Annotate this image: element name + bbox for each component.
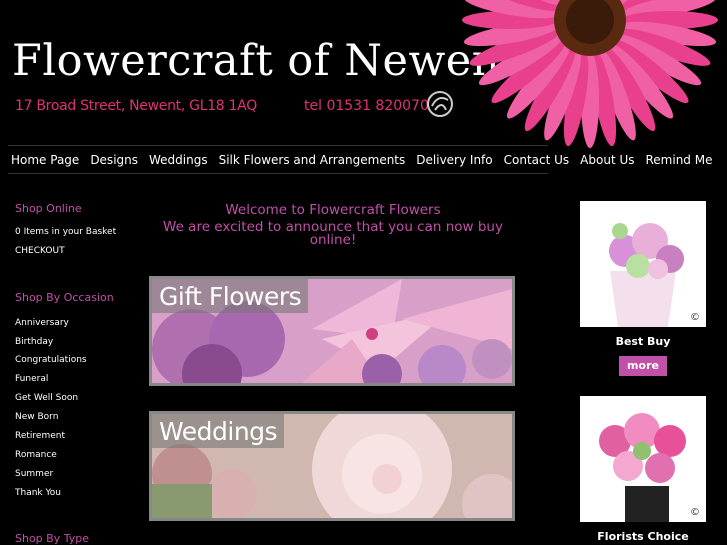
welcome-heading: Welcome to Flowercraft Flowers xyxy=(225,202,441,218)
occasion-link[interactable]: Congratulations xyxy=(15,355,87,365)
occasion-link[interactable]: New Born xyxy=(15,412,58,422)
shop-online-heading: Shop Online xyxy=(15,202,82,215)
product-name: Florists Choice xyxy=(597,530,689,543)
shop-by-type-heading: Shop By Type xyxy=(15,532,89,545)
banner-label: Gift Flowers xyxy=(152,279,309,313)
copyright-mark: © xyxy=(690,312,700,323)
occasion-link[interactable]: Anniversary xyxy=(15,318,69,328)
gift-flowers-banner[interactable]: Gift Flowers xyxy=(149,276,515,386)
nav-remind-me[interactable]: Remind Me xyxy=(642,153,720,167)
nav-silk-flowers[interactable]: Silk Flowers and Arrangements xyxy=(215,153,413,167)
main-nav: Home Page Designs Weddings Silk Flowers … xyxy=(8,145,712,174)
basket-link[interactable]: 0 Items in your Basket xyxy=(15,227,116,237)
shop-by-occasion-heading: Shop By Occasion xyxy=(15,291,114,304)
occasion-link[interactable]: Birthday xyxy=(15,337,53,347)
product-florists-choice[interactable]: © Florists Choice xyxy=(580,396,706,543)
shop-address: 17 Broad Street, Newent, GL18 1AQ xyxy=(15,98,257,114)
occasion-link[interactable]: Funeral xyxy=(15,374,48,384)
nav-home[interactable]: Home Page xyxy=(8,153,86,167)
nav-delivery-info[interactable]: Delivery Info xyxy=(412,153,499,167)
site-title: Flowercraft of Newent xyxy=(12,36,518,86)
checkout-link[interactable]: CHECKOUT xyxy=(15,246,65,256)
banner-label: Weddings xyxy=(152,414,285,448)
interflora-logo-icon xyxy=(426,90,454,118)
florists-choice-image: © xyxy=(580,396,706,522)
best-buy-image: © xyxy=(580,201,706,327)
nav-weddings[interactable]: Weddings xyxy=(145,153,215,167)
occasion-link[interactable]: Get Well Soon xyxy=(15,393,78,403)
occasion-link[interactable]: Thank You xyxy=(15,488,61,498)
nav-contact-us[interactable]: Contact Us xyxy=(500,153,577,167)
nav-about-us[interactable]: About Us xyxy=(576,153,641,167)
copyright-mark: © xyxy=(690,507,700,518)
product-name: Best Buy xyxy=(615,335,671,348)
occasion-link[interactable]: Romance xyxy=(15,450,57,460)
nav-designs[interactable]: Designs xyxy=(86,153,145,167)
gerbera-flower-image xyxy=(455,0,727,160)
occasion-link[interactable]: Retirement xyxy=(15,431,65,441)
shop-phone: tel 01531 820070 xyxy=(304,98,429,114)
product-best-buy[interactable]: © Best Buy more xyxy=(580,201,706,376)
weddings-banner[interactable]: Weddings xyxy=(149,411,515,521)
more-button[interactable]: more xyxy=(619,356,667,376)
announcement-text: We are excited to announce that you can … xyxy=(163,219,503,248)
occasion-link[interactable]: Summer xyxy=(15,469,53,479)
